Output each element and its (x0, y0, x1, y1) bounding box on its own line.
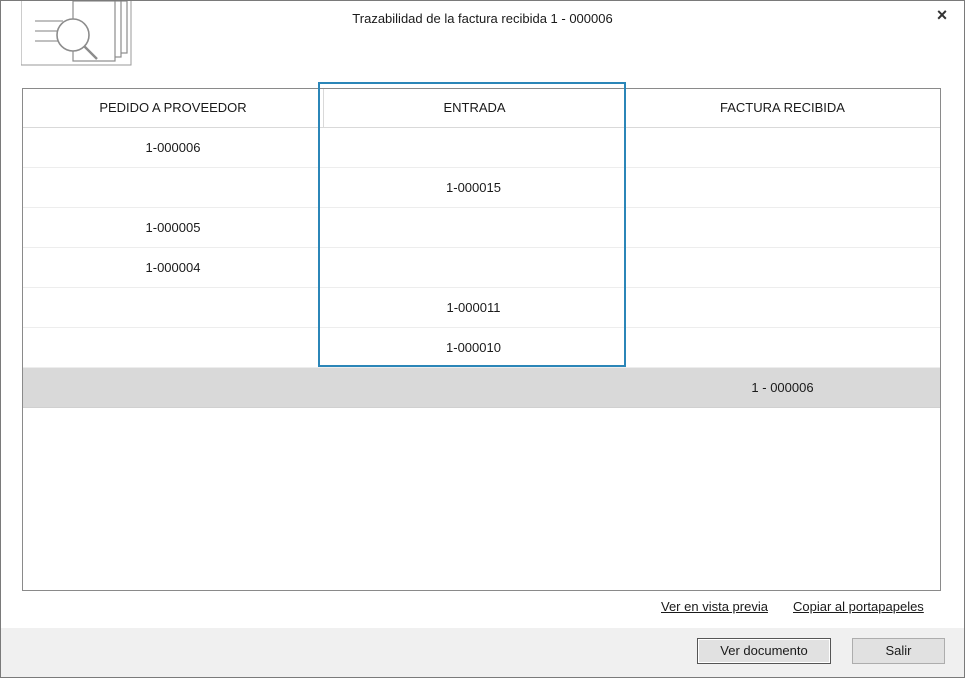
cell-received-invoice (625, 208, 940, 247)
cell-received-invoice: 1 - 000006 (751, 380, 814, 395)
cell-purchase-order (23, 168, 323, 207)
cell-purchase-order (23, 328, 323, 367)
close-icon[interactable]: × (933, 6, 951, 24)
copy-to-clipboard-link[interactable]: Copiar al portapapeles (793, 599, 924, 614)
cell-purchase-order (23, 368, 323, 407)
table-row[interactable]: 1-000011 (23, 288, 940, 328)
cell-entry (323, 248, 624, 287)
view-document-button[interactable]: Ver documento (697, 638, 831, 664)
cell-entry: 1-000015 (446, 180, 501, 195)
exit-button[interactable]: Salir (852, 638, 945, 664)
cell-entry (323, 368, 624, 407)
cell-received-invoice (625, 168, 940, 207)
cell-purchase-order: 1-000004 (145, 260, 201, 275)
cell-received-invoice (625, 328, 940, 367)
table-row[interactable]: 1-000015 (23, 168, 940, 208)
cell-entry: 1-000010 (446, 340, 501, 355)
cell-purchase-order (23, 288, 323, 327)
grid-header: PEDIDO A PROVEEDOR ENTRADA FACTURA RECIB… (23, 89, 940, 128)
cell-received-invoice (625, 248, 940, 287)
table-row[interactable]: 1-000010 (23, 328, 940, 368)
table-row[interactable]: 1-000005 (23, 208, 940, 248)
table-row[interactable]: 1-000006 (23, 128, 940, 168)
column-header-entry[interactable]: ENTRADA (323, 89, 626, 127)
column-header-received-invoice[interactable]: FACTURA RECIBIDA (625, 89, 940, 127)
cell-received-invoice (625, 288, 940, 327)
column-header-purchase-order[interactable]: PEDIDO A PROVEEDOR (23, 89, 323, 127)
dialog-footer: Ver documento Salir (1, 628, 964, 677)
cell-purchase-order: 1-000005 (145, 220, 201, 235)
dialog-title: Trazabilidad de la factura recibida 1 - … (352, 11, 613, 26)
cell-entry (323, 208, 624, 247)
traceability-grid: PEDIDO A PROVEEDOR ENTRADA FACTURA RECIB… (22, 88, 941, 591)
traceability-dialog: Trazabilidad de la factura recibida 1 - … (0, 0, 965, 678)
cell-entry (323, 128, 624, 167)
cell-received-invoice (625, 128, 940, 167)
print-preview-link[interactable]: Ver en vista previa (661, 599, 768, 614)
table-row-selected[interactable]: 1 - 000006 (23, 368, 940, 408)
cell-purchase-order: 1-000006 (145, 140, 201, 155)
cell-entry: 1-000011 (446, 300, 501, 315)
table-row[interactable]: 1-000004 (23, 248, 940, 288)
